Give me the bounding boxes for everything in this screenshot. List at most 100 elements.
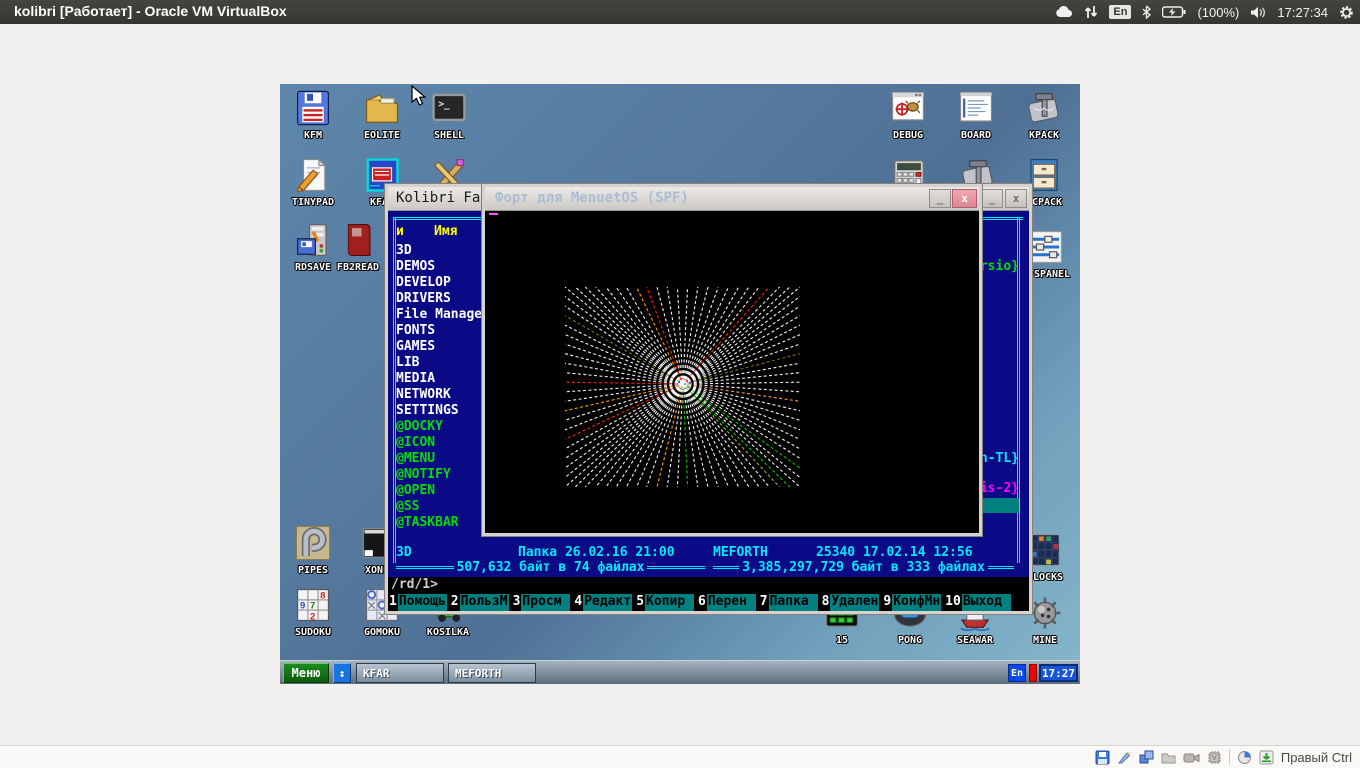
file-item-media[interactable]: MEDIA (396, 371, 435, 386)
icon-label: GOMOKU (350, 627, 414, 638)
kfm-icon (294, 89, 332, 127)
icon-label: DEBUG (876, 130, 940, 141)
fkey-8[interactable]: 8Удален (821, 594, 880, 611)
file-item-games[interactable]: GAMES (396, 339, 435, 354)
battery-percent: (100%) (1197, 5, 1239, 20)
network-status-icon[interactable] (1139, 750, 1154, 765)
forth-window[interactable]: Форт для MenuetOS (SPF) _ x (482, 184, 982, 536)
eolite-icon (363, 89, 401, 127)
keyboard-capture-icon[interactable] (1259, 750, 1274, 765)
desktop-icon-debug[interactable]: DEBUG (876, 89, 940, 141)
vbox-titlebar: kolibri [Работает] - Oracle VM VirtualBo… (0, 0, 1360, 24)
file-item-@open[interactable]: @OPEN (396, 483, 435, 498)
minimize-all-button[interactable]: ↕ (333, 663, 351, 683)
desktop-icon-kpack[interactable]: KPACK (1012, 89, 1076, 141)
icon-label: KPACK (1012, 130, 1076, 141)
right-panel-cursor[interactable] (981, 498, 1019, 513)
icon-label: KOSILKA (416, 627, 480, 638)
svg-text:>_: >_ (438, 99, 450, 110)
pipes-icon (294, 524, 332, 562)
icon-label: 15 (810, 635, 874, 646)
taskbar-layout-indicator[interactable]: En (1008, 664, 1026, 682)
file-item-@docky[interactable]: @DOCKY (396, 419, 443, 434)
desktop-icon-kfm[interactable]: KFM (281, 89, 345, 141)
host-key-label: Правый Ctrl (1281, 750, 1352, 765)
file-item-network[interactable]: NETWORK (396, 387, 451, 402)
file-item-develop[interactable]: DEVELOP (396, 275, 451, 290)
file-item-@icon[interactable]: @ICON (396, 435, 435, 450)
fkey-1[interactable]: 1Помощь (388, 594, 447, 611)
features-status-icon[interactable]: V (1207, 750, 1222, 765)
syspanel-icon (1027, 228, 1065, 266)
file-item-demos[interactable]: DEMOS (396, 259, 435, 274)
tinypad-icon (294, 156, 332, 194)
right-panel-totals: 3,385,297,729 байт в 333 файлах (710, 559, 1017, 575)
icon-label: SEAWAR (943, 635, 1007, 646)
task-button-meforth[interactable]: MEFORTH (448, 663, 536, 683)
hdd-status-icon[interactable] (1095, 750, 1110, 765)
fkey-9[interactable]: 9КонфМн (882, 594, 941, 611)
desktop-icon-pipes[interactable]: PIPES (281, 524, 345, 576)
fkey-6[interactable]: 6Перен (697, 594, 756, 611)
optical-status-icon[interactable] (1117, 750, 1132, 765)
file-item-fonts[interactable]: FONTS (396, 323, 435, 338)
cloud-icon[interactable] (1055, 6, 1073, 18)
command-line[interactable]: /rd/1> (388, 577, 1029, 594)
file-item-lib[interactable]: LIB (396, 355, 419, 370)
fkey-3[interactable]: 3Просм (512, 594, 571, 611)
function-key-bar: 1Помощь2ПользМ3Просм 4Редакт5Копир 6Пере… (388, 594, 1029, 611)
taskbar-clock[interactable]: 17:27 (1039, 664, 1078, 682)
svg-text:2: 2 (310, 611, 315, 622)
gear-icon[interactable] (1339, 5, 1354, 20)
forth-titlebar[interactable]: Форт для MenuetOS (SPF) _ x (485, 187, 979, 211)
screen: kolibri [Работает] - Oracle VM VirtualBo… (0, 0, 1360, 768)
mouse-cursor (411, 85, 427, 112)
desktop-icon-sudoku[interactable]: 8972SUDOKU (281, 586, 345, 638)
desktop-icon-board[interactable]: BOARD (944, 89, 1008, 141)
vbox-window-title: kolibri [Работает] - Oracle VM VirtualBo… (14, 3, 287, 19)
task-button-kfar[interactable]: KFAR (356, 663, 444, 683)
file-item-@notify[interactable]: @NOTIFY (396, 467, 451, 482)
volume-icon[interactable] (1250, 6, 1266, 19)
desktop-icon-tinypad[interactable]: TINYPAD (281, 156, 345, 208)
file-item-settings[interactable]: SETTINGS (396, 403, 459, 418)
mouse-integration-icon[interactable] (1237, 750, 1252, 765)
icon-label: FB2READ (326, 262, 390, 273)
keyboard-layout-indicator[interactable]: En (1109, 5, 1131, 19)
file-item-@taskbar[interactable]: @TASKBAR (396, 515, 459, 530)
forth-canvas (485, 211, 979, 533)
folder-status-icon[interactable] (1161, 750, 1176, 765)
file-item-@ss[interactable]: @SS (396, 499, 419, 514)
file-item-drivers[interactable]: DRIVERS (396, 291, 451, 306)
icon-label: SHELL (417, 130, 481, 141)
forth-close-button[interactable]: x (952, 189, 977, 208)
kfar-minimize-button[interactable]: _ (981, 189, 1003, 208)
board-icon (957, 89, 995, 127)
menu-button[interactable]: Меню (283, 663, 329, 683)
network-arrows-icon[interactable] (1084, 5, 1098, 19)
desktop-icon-eolite[interactable]: EOLITE (350, 89, 414, 141)
desktop-icon-fb2read[interactable]: FB2READ (326, 221, 390, 273)
file-item-@menu[interactable]: @MENU (396, 451, 435, 466)
file-item-3d[interactable]: 3D (396, 243, 412, 258)
battery-icon[interactable] (1162, 6, 1186, 18)
kfar-close-button[interactable]: x (1005, 189, 1027, 208)
left-panel-item-meta: Папка 26.02.16 21:00 (518, 545, 675, 560)
forth-minimize-button[interactable]: _ (929, 189, 951, 208)
statusbar-separator (1229, 749, 1230, 765)
cpu-indicator[interactable] (1029, 664, 1037, 682)
fb2read-icon (339, 221, 377, 259)
clock-text[interactable]: 17:27:34 (1277, 5, 1328, 20)
fkey-7[interactable]: 7Папка (759, 594, 818, 611)
fkey-2[interactable]: 2ПользМ (450, 594, 509, 611)
fkey-5[interactable]: 5Копир (635, 594, 694, 611)
capture-status-icon[interactable] (1183, 751, 1200, 764)
kpack-icon (1025, 89, 1063, 127)
bluetooth-icon[interactable] (1142, 5, 1151, 19)
kolibri-taskbar: Меню ↕ KFAR MEFORTH En 17:27 (280, 660, 1080, 684)
icon-label: PONG (878, 635, 942, 646)
fkey-4[interactable]: 4Редакт (573, 594, 632, 611)
vbox-statusbar: V Правый Ctrl (0, 745, 1360, 768)
fkey-10[interactable]: 10Выход (944, 594, 1011, 611)
icon-label: PIPES (281, 565, 345, 576)
